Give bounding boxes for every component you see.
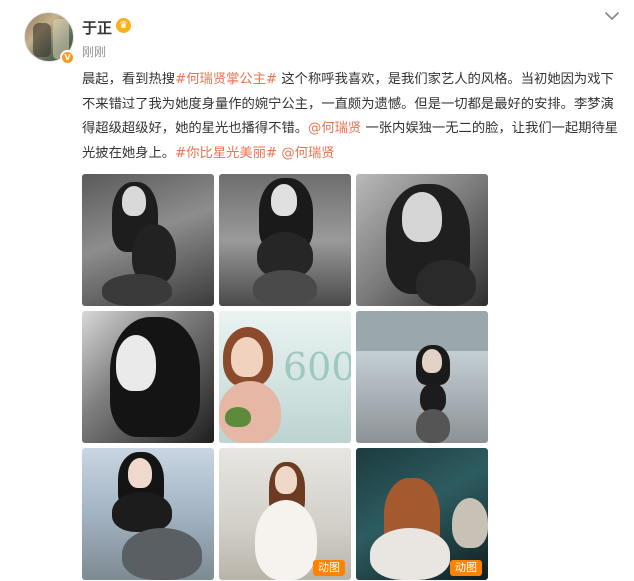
mention-link[interactable]: @何瑞贤 bbox=[308, 121, 361, 136]
post-text: 晨起，看到热搜#何瑞贤掌公主# 这个称呼我喜欢，是我们家艺人的风格。当初她因为戏… bbox=[82, 68, 627, 166]
photo-4[interactable] bbox=[82, 311, 214, 443]
verified-badge-icon: V bbox=[60, 50, 75, 65]
photo-7[interactable] bbox=[82, 448, 214, 580]
text-segment: 晨起，看到热搜 bbox=[82, 72, 176, 87]
mention-link[interactable]: @何瑞贤 bbox=[281, 146, 334, 161]
weibo-post: V 于正 ♛ 刚刚 晨起，看到热搜#何瑞贤掌公主# 这个称呼我喜欢，是我们家艺人… bbox=[0, 0, 634, 581]
photo-6[interactable] bbox=[356, 311, 488, 443]
author-name[interactable]: 于正 bbox=[82, 17, 112, 38]
photo-8[interactable]: 动图 bbox=[219, 448, 351, 580]
hashtag-link[interactable]: #你比星光美丽# bbox=[175, 146, 277, 161]
photo-5[interactable]: 600 bbox=[219, 311, 351, 443]
post-time[interactable]: 刚刚 bbox=[82, 43, 106, 60]
image-grid: 600 动图 动图 bbox=[82, 174, 488, 581]
hashtag-link[interactable]: #何瑞贤掌公主# bbox=[175, 72, 277, 87]
photo-9[interactable]: 动图 bbox=[356, 448, 488, 580]
crown-icon[interactable]: ♛ bbox=[116, 18, 131, 33]
photo-2[interactable] bbox=[219, 174, 351, 306]
chevron-down-icon[interactable] bbox=[604, 10, 620, 22]
photo-3[interactable] bbox=[356, 174, 488, 306]
photo-1[interactable] bbox=[82, 174, 214, 306]
gif-badge: 动图 bbox=[313, 560, 345, 576]
gif-badge: 动图 bbox=[450, 560, 482, 576]
